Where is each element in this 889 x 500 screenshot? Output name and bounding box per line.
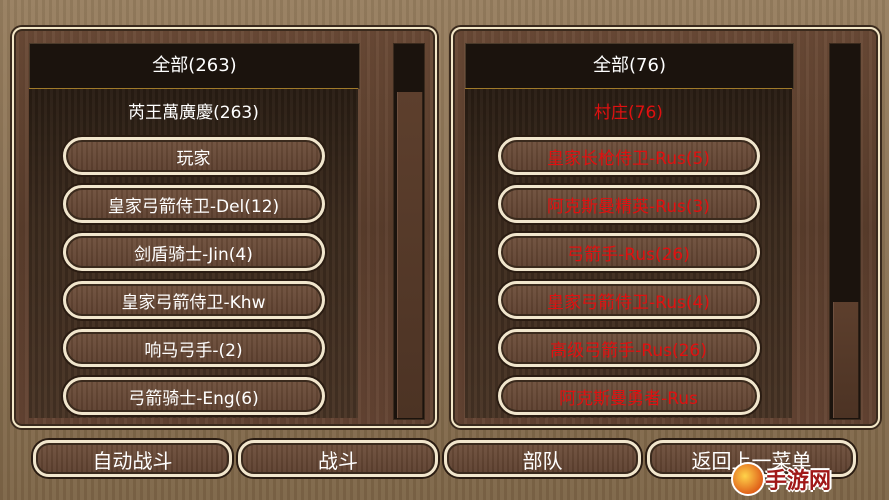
player-unit-item[interactable]: 剑盾骑士-Jin(4) <box>62 233 325 271</box>
site-watermark: 手游网 <box>731 458 881 496</box>
enemy-army-header[interactable]: 全部(76) <box>465 43 794 89</box>
enemy-army-list: 村庄(76) 皇家长枪侍卫-Rus(5) 阿克斯曼精英-Rus(3) 弓箭手-R… <box>465 88 792 418</box>
player-unit-item[interactable]: 皇家弓箭侍卫-Del(12) <box>62 185 325 223</box>
enemy-unit-item[interactable]: 弓箭手-Rus(26) <box>497 233 760 271</box>
troops-button[interactable]: 部队 <box>444 440 641 477</box>
enemy-unit-item[interactable]: 皇家长枪侍卫-Rus(5) <box>497 137 760 175</box>
battle-button[interactable]: 战斗 <box>238 440 438 477</box>
player-unit-item[interactable]: 玩家 <box>62 137 325 175</box>
enemy-army-panel: 全部(76) 村庄(76) 皇家长枪侍卫-Rus(5) 阿克斯曼精英-Rus(3… <box>451 27 880 428</box>
player-group-title[interactable]: 芮王萬廣慶(263) <box>29 88 358 137</box>
auto-battle-button[interactable]: 自动战斗 <box>33 440 232 477</box>
player-army-list: 芮王萬廣慶(263) 玩家 皇家弓箭侍卫-Del(12) 剑盾骑士-Jin(4)… <box>29 88 358 418</box>
player-unit-item[interactable]: 皇家弓箭侍卫-Khw <box>62 281 325 319</box>
watermark-text: 手游网 <box>765 469 832 494</box>
player-army-header[interactable]: 全部(263) <box>29 43 360 89</box>
enemy-unit-item[interactable]: 高级弓箭手-Rus(26) <box>497 329 760 367</box>
enemy-unit-item[interactable]: 皇家弓箭侍卫-Rus(4) <box>497 281 760 319</box>
player-unit-item[interactable]: 弓箭骑士-Eng(6) <box>62 377 325 415</box>
player-list-scroll-thumb[interactable] <box>397 92 423 418</box>
player-list-scrollbar[interactable] <box>393 43 425 420</box>
game-screen: 全部(263) 芮王萬廣慶(263) 玩家 皇家弓箭侍卫-Del(12) 剑盾骑… <box>0 0 889 500</box>
enemy-unit-item[interactable]: 阿克斯曼勇者-Rus <box>497 377 760 415</box>
enemy-list-scrollbar[interactable] <box>829 43 861 420</box>
enemy-unit-item[interactable]: 阿克斯曼精英-Rus(3) <box>497 185 760 223</box>
watermark-logo-icon <box>731 462 765 496</box>
enemy-group-title[interactable]: 村庄(76) <box>465 88 792 137</box>
player-army-panel: 全部(263) 芮王萬廣慶(263) 玩家 皇家弓箭侍卫-Del(12) 剑盾骑… <box>12 27 437 428</box>
player-unit-item[interactable]: 响马弓手-(2) <box>62 329 325 367</box>
enemy-list-scroll-thumb[interactable] <box>833 302 859 418</box>
